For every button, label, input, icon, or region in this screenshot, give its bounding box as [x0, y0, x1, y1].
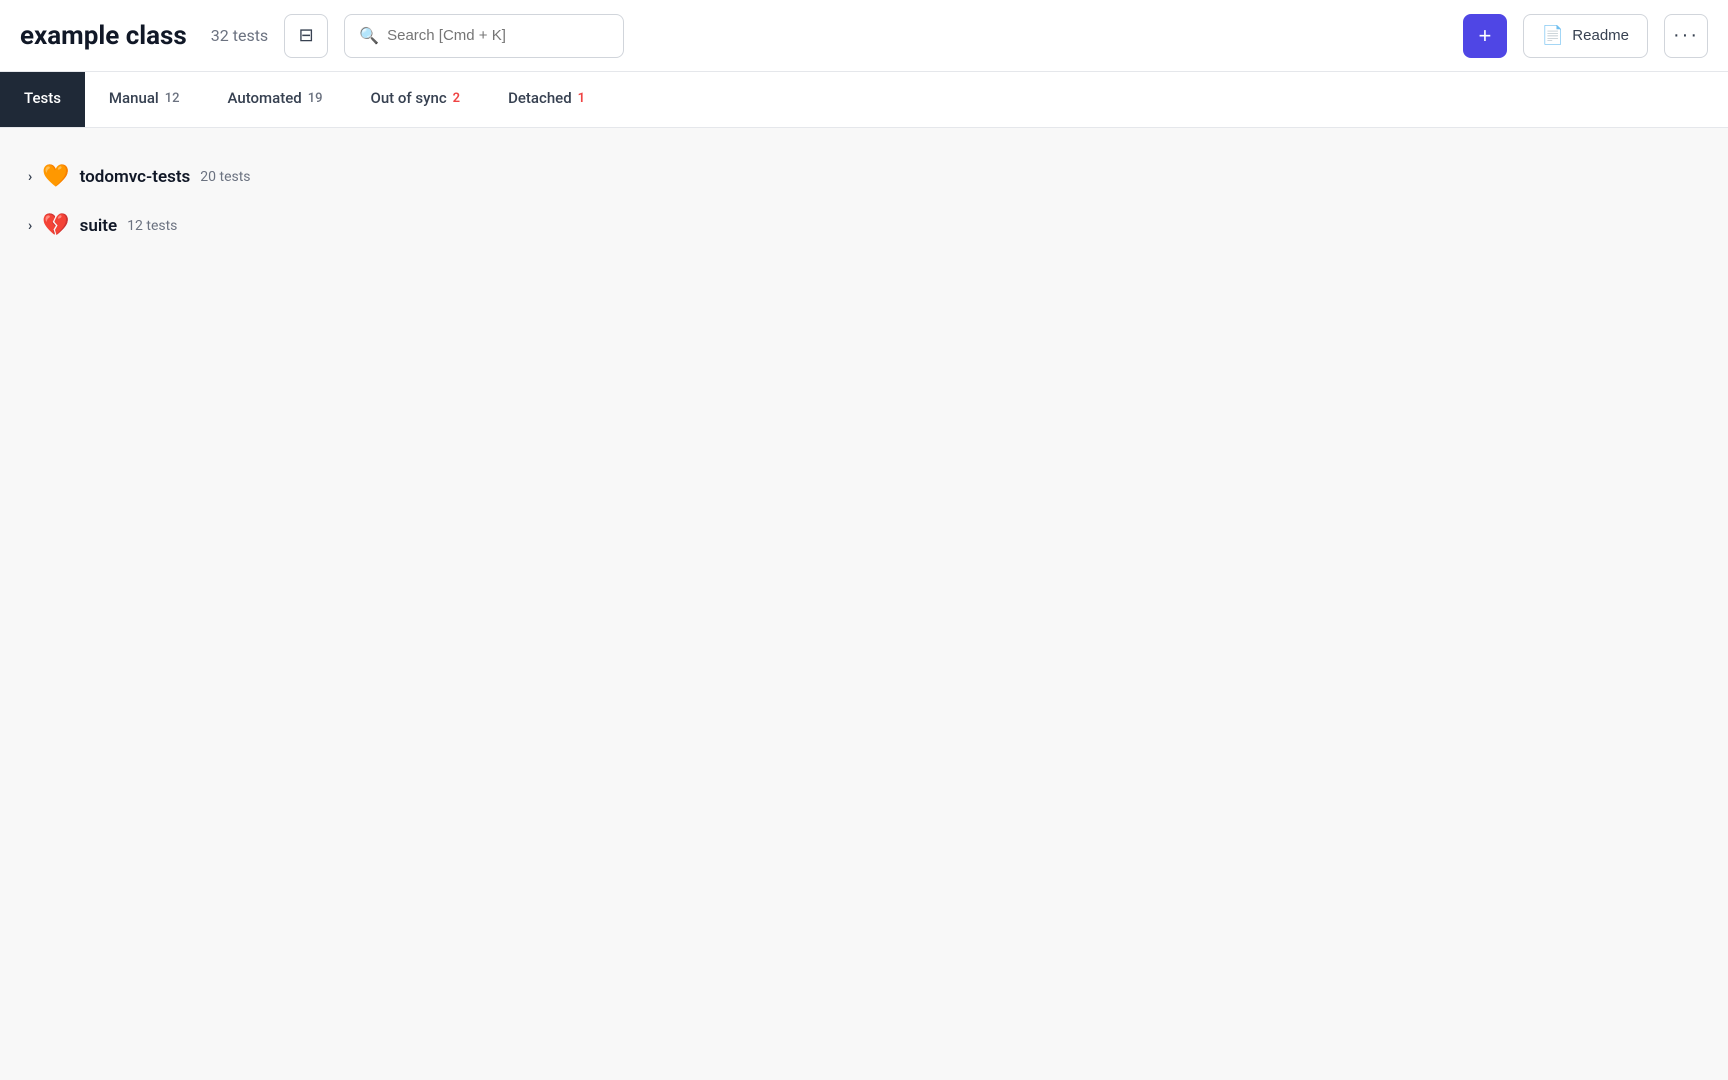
tab-out-of-sync[interactable]: Out of sync 2 — [346, 72, 484, 127]
tab-manual-label: Manual — [109, 89, 159, 107]
tabs-bar: Tests Manual 12 Automated 19 Out of sync… — [0, 72, 1728, 128]
suite-row[interactable]: › 💔 suite 12 tests — [20, 201, 1708, 250]
ellipsis-icon: ··· — [1673, 24, 1699, 47]
tab-out-of-sync-label: Out of sync — [370, 89, 446, 107]
chevron-right-icon: › — [28, 169, 32, 185]
add-button[interactable]: + — [1463, 14, 1507, 58]
suite-emoji: 🧡 — [42, 164, 69, 189]
suite-test-count: 20 tests — [200, 169, 250, 185]
tab-detached[interactable]: Detached 1 — [484, 72, 609, 127]
suite-name: suite — [80, 216, 118, 236]
search-input[interactable] — [387, 27, 587, 44]
content-area: › 🧡 todomvc-tests 20 tests › 💔 suite 12 … — [0, 128, 1728, 1080]
header: example class 32 tests ⊟ 🔍 + 📄 Readme ··… — [0, 0, 1728, 72]
tab-detached-count: 1 — [578, 91, 585, 106]
test-count-badge: 32 tests — [211, 26, 268, 45]
plus-icon: + — [1478, 23, 1491, 49]
tab-manual[interactable]: Manual 12 — [85, 72, 204, 127]
tab-tests-label: Tests — [24, 89, 61, 107]
suite-test-count: 12 tests — [127, 218, 177, 234]
tab-detached-label: Detached — [508, 89, 572, 107]
tab-manual-count: 12 — [165, 91, 180, 106]
tab-tests[interactable]: Tests — [0, 72, 85, 127]
tab-out-of-sync-count: 2 — [453, 91, 460, 106]
chevron-right-icon: › — [28, 218, 32, 234]
filter-button[interactable]: ⊟ — [284, 14, 328, 58]
search-icon: 🔍 — [359, 26, 379, 45]
suite-name: todomvc-tests — [80, 167, 191, 187]
readme-button[interactable]: 📄 Readme — [1523, 14, 1648, 58]
search-bar: 🔍 — [344, 14, 624, 58]
readme-label: Readme — [1572, 27, 1629, 44]
tab-automated-count: 19 — [308, 91, 323, 106]
tab-automated[interactable]: Automated 19 — [204, 72, 347, 127]
suite-emoji: 💔 — [42, 213, 69, 238]
page-title: example class — [20, 21, 187, 51]
tab-automated-label: Automated — [228, 89, 302, 107]
suite-row[interactable]: › 🧡 todomvc-tests 20 tests — [20, 152, 1708, 201]
more-options-button[interactable]: ··· — [1664, 14, 1708, 58]
readme-icon: 📄 — [1542, 25, 1564, 46]
filter-icon: ⊟ — [299, 25, 314, 46]
